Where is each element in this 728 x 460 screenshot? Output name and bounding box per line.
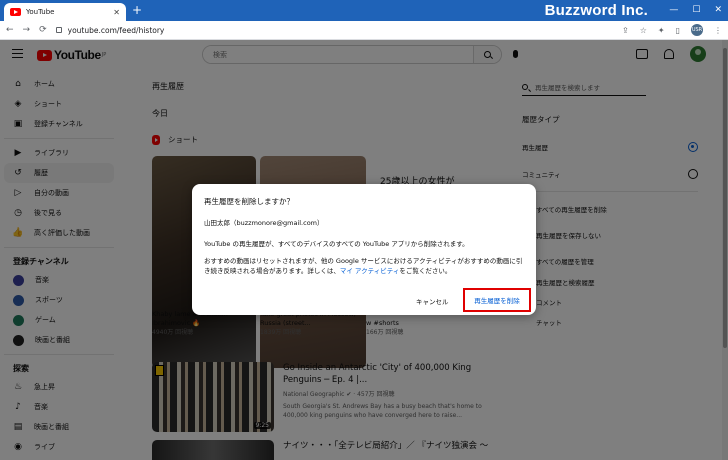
browser-toolbar: ← → ⟳ youtube.com/feed/history ⇪ ☆ ✦ ▯ U… <box>0 21 728 40</box>
browser-tab-youtube[interactable]: YouTube ✕ <box>4 3 126 21</box>
clear-history-dialog: 再生履歴を削除しますか？ 山田太郎（buzzmonore@gmail.com） … <box>192 184 536 315</box>
maximize-button[interactable]: ☐ <box>692 5 700 15</box>
share-icon[interactable]: ⇪ <box>622 26 629 35</box>
brand-watermark: Buzzword Inc. <box>544 2 648 19</box>
new-tab-button[interactable]: + <box>132 4 142 16</box>
minimize-button[interactable]: — <box>669 5 678 15</box>
confirm-clear-history-button[interactable]: 再生履歴を削除 <box>463 288 531 312</box>
dialog-title: 再生履歴を削除しますか？ <box>204 197 294 206</box>
tab-close-icon[interactable]: ✕ <box>113 8 120 17</box>
back-icon[interactable]: ← <box>6 25 14 35</box>
window-controls: — ☐ ✕ <box>669 5 722 15</box>
dialog-account: 山田太郎（buzzmonore@gmail.com） <box>204 219 324 227</box>
dialog-message: YouTube の再生履歴が、すべてのデバイスのすべての YouTube アプリ… <box>204 240 469 248</box>
browser-profile-avatar[interactable]: USR <box>691 24 703 36</box>
youtube-favicon-icon <box>10 8 21 16</box>
forward-icon[interactable]: → <box>23 25 31 35</box>
sidepanel-icon[interactable]: ▯ <box>676 26 680 35</box>
bookmark-star-icon[interactable]: ☆ <box>640 26 647 35</box>
dialog-message-detail: おすすめの動画はリセットされますが、他の Google サービスにおけるアクティ… <box>204 256 528 276</box>
browser-menu-icon[interactable]: ⋮ <box>714 26 722 35</box>
lock-icon[interactable] <box>55 27 62 33</box>
cancel-button[interactable]: キャンセル <box>416 296 449 306</box>
dialog-message-end: をご覧ください。 <box>399 267 452 275</box>
browser-tabstrip: YouTube ✕ + Buzzword Inc. — ☐ ✕ <box>0 0 728 21</box>
extensions-icon[interactable]: ✦ <box>658 26 665 35</box>
reload-icon[interactable]: ⟳ <box>39 25 47 35</box>
address-bar[interactable]: youtube.com/feed/history <box>68 26 622 35</box>
my-activity-link[interactable]: マイ アクティビティ <box>340 267 399 275</box>
tab-title: YouTube <box>26 8 55 16</box>
toolbar-icons: ⇪ ☆ ✦ ▯ USR ⋮ <box>622 24 722 36</box>
close-window-button[interactable]: ✕ <box>714 5 722 15</box>
